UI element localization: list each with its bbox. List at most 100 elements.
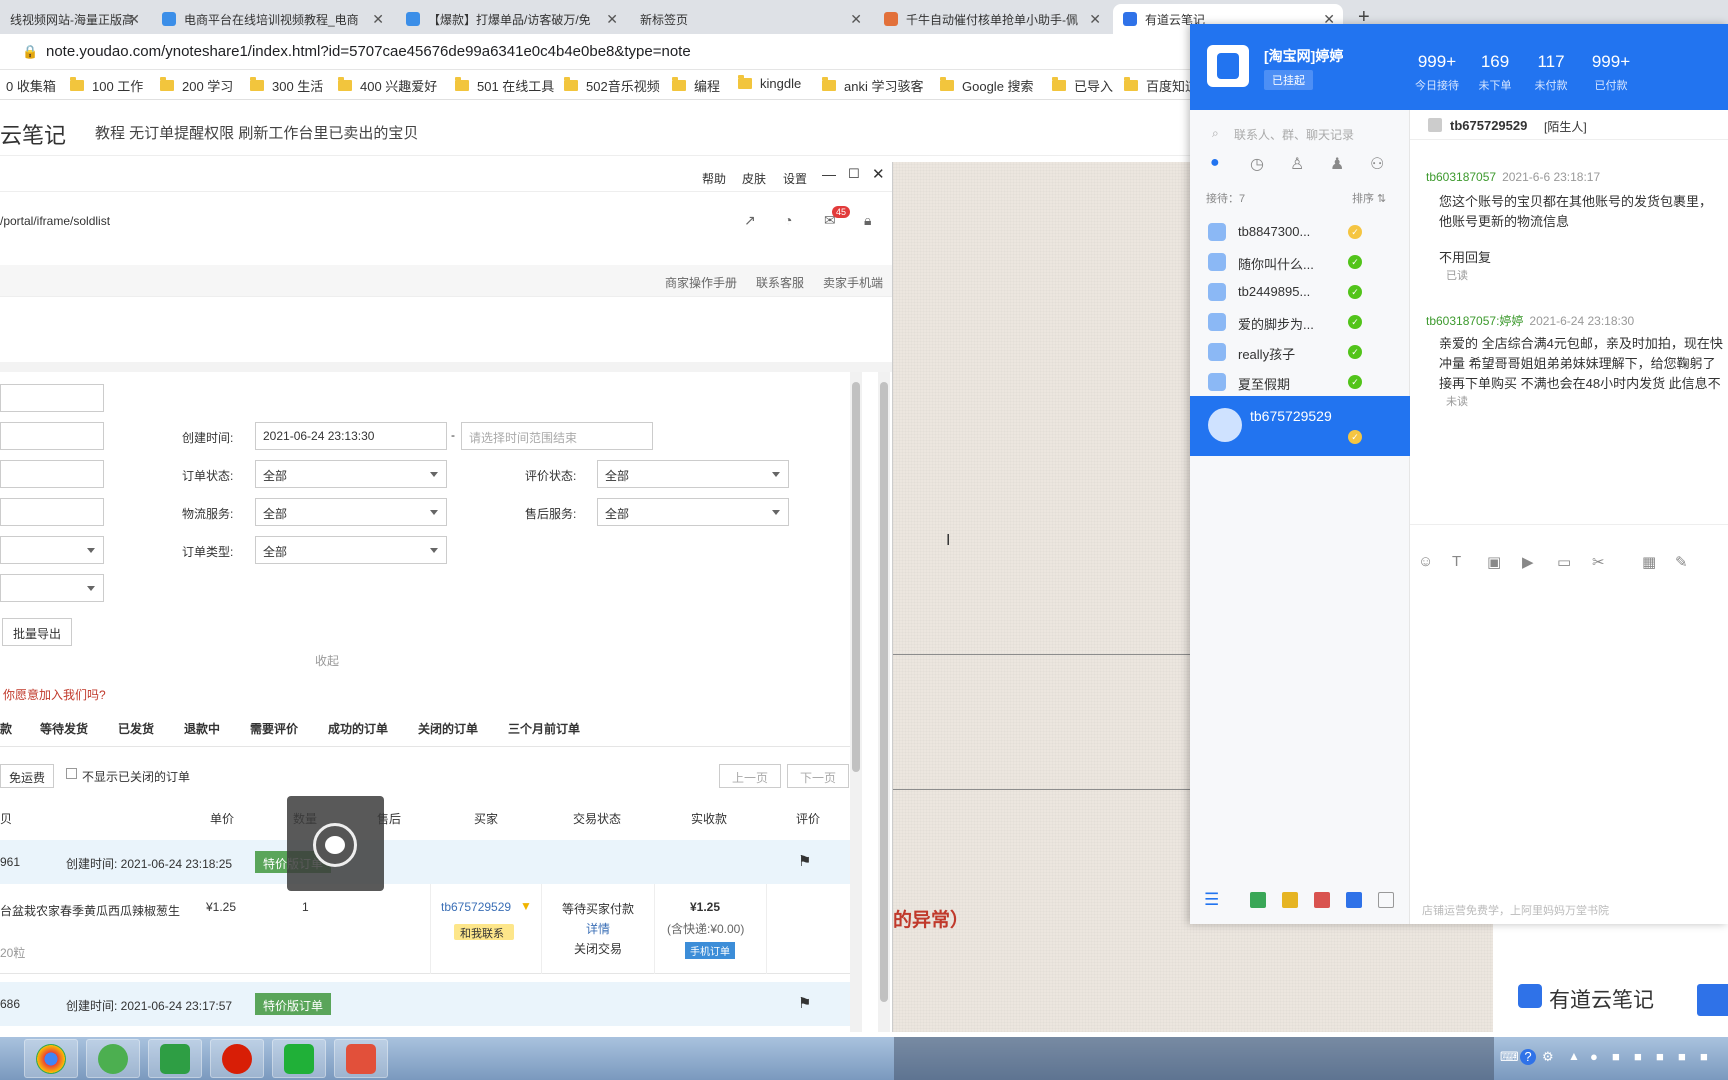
bookmark-item[interactable]: 0 收集箱 [6, 76, 56, 95]
contact-icon[interactable]: ♙ [1290, 154, 1304, 174]
folder-icon[interactable]: ▭ [1557, 553, 1571, 571]
bookmark-item[interactable]: kingdle [738, 75, 801, 91]
tab-success[interactable]: 成功的订单 [328, 720, 388, 737]
contact-item-active[interactable]: tb675729529 ✓ [1190, 396, 1410, 456]
tab-shipped[interactable]: 已发货 [118, 720, 154, 737]
help-icon[interactable]: ? [1520, 1049, 1536, 1065]
font-icon[interactable]: T [1452, 553, 1461, 570]
close-tab-icon[interactable]: ✕ [372, 11, 384, 28]
tab-awaiting-shipment[interactable]: 等待发货 [40, 720, 88, 737]
aftersale-select[interactable]: 全部 [597, 498, 789, 526]
tray-app-icon[interactable]: ■ [1634, 1049, 1642, 1064]
buyer-link[interactable]: tb675729529 [441, 900, 511, 914]
free-shipping-button[interactable]: 免运费 [0, 764, 55, 788]
tab-three-months-ago[interactable]: 三个月前订单 [508, 720, 580, 737]
contact-item[interactable]: 爱的脚步为... ✓ [1190, 306, 1410, 336]
scrollbar-thumb[interactable] [880, 382, 888, 1002]
app-taskbar-button[interactable] [210, 1039, 264, 1078]
video-icon[interactable]: ▶ [1522, 553, 1534, 571]
close-tab-icon[interactable]: ✕ [128, 11, 140, 28]
tab-refunding[interactable]: 退款中 [184, 720, 220, 737]
contact-item[interactable]: tb8847300... ✓ [1190, 216, 1410, 246]
browser-tab[interactable]: 【爆款】打爆单品/访客破万/免 ✕ [396, 4, 626, 34]
bookmark-item[interactable]: 300 生活 [250, 76, 323, 95]
flag-icon[interactable]: ⚑ [798, 994, 811, 1012]
close-tab-icon[interactable]: ✕ [850, 11, 862, 28]
filter-input[interactable] [0, 422, 104, 450]
bookmark-item[interactable]: 已导入 [1052, 76, 1113, 95]
close-trade-link[interactable]: 关闭交易 [574, 940, 622, 957]
collapse-link[interactable]: 收起 [315, 652, 339, 669]
help-link[interactable]: 帮助 [702, 170, 726, 187]
review-status-select[interactable]: 全部 [597, 460, 789, 488]
tray-app-icon[interactable]: ■ [1612, 1049, 1620, 1064]
scissors-icon[interactable]: ✂ [1592, 553, 1605, 571]
app-icon[interactable] [1346, 892, 1362, 908]
qq-icon[interactable]: ● [1590, 1049, 1598, 1064]
group-icon[interactable]: ♟ [1330, 154, 1344, 174]
app-taskbar-button[interactable] [334, 1039, 388, 1078]
layout-icon[interactable] [1378, 892, 1394, 908]
filter-select[interactable] [0, 574, 104, 602]
bookmark-item[interactable]: 502音乐视频 [564, 76, 660, 95]
tray-arrow-icon[interactable]: ▲ [1568, 1049, 1580, 1063]
filter-icon[interactable]: ▼ [520, 899, 532, 913]
menu-icon[interactable]: ☰ [1204, 890, 1219, 910]
filter-input[interactable] [0, 498, 104, 526]
close-icon[interactable]: ✕ [872, 165, 885, 183]
hide-closed-checkbox[interactable] [66, 768, 77, 779]
app-icon[interactable] [1314, 892, 1330, 908]
join-prompt[interactable]: 你愿意加入我们吗? [3, 686, 106, 703]
contact-item[interactable]: really孩子 ✓ [1190, 336, 1410, 366]
browser-tab[interactable]: 新标签页 ✕ [630, 4, 870, 34]
app-taskbar-button[interactable] [148, 1039, 202, 1078]
contact-me-button[interactable]: 和我联系 [454, 924, 514, 940]
bookmark-item[interactable]: 100 工作 [70, 76, 143, 95]
contact-item[interactable]: 夏至假期 ✓ [1190, 366, 1410, 396]
contact-service-link[interactable]: 联系客服 [756, 274, 804, 291]
bookmark-item[interactable]: 200 学习 [160, 76, 233, 95]
list-scrollbar[interactable] [850, 372, 862, 1032]
bookmark-item[interactable]: 编程 [672, 76, 720, 95]
filter-input[interactable] [0, 460, 104, 488]
tray-app-icon[interactable]: ■ [1656, 1049, 1664, 1064]
contact-item[interactable]: tb2449895... ✓ [1190, 276, 1410, 306]
url-field[interactable]: note.youdao.com/ynoteshare1/index.html?i… [46, 43, 691, 60]
chat-icon[interactable]: ● [1210, 154, 1220, 172]
keyboard-icon[interactable]: ⌨ [1500, 1049, 1519, 1065]
settings-icon[interactable]: ⚙ [1542, 1049, 1554, 1065]
detail-link[interactable]: 详情 [586, 920, 610, 937]
seller-mobile-link[interactable]: 卖家手机端 [823, 274, 883, 291]
minimize-icon[interactable]: — [822, 166, 836, 182]
tray-app-icon[interactable]: ■ [1700, 1049, 1708, 1064]
app-taskbar-button[interactable] [86, 1039, 140, 1078]
edit-icon[interactable]: ✎ [1675, 553, 1688, 571]
org-icon[interactable]: ⚇ [1370, 154, 1384, 174]
bookmark-item[interactable]: 百度知道 [1124, 76, 1198, 95]
footer-promo[interactable]: 店铺运营免费学，上阿里妈妈万堂书院 [1422, 902, 1609, 918]
contact-item[interactable]: 随你叫什么... ✓ [1190, 246, 1410, 276]
item-title[interactable]: 台盆栽农家春季黄瓜西瓜辣椒葱生 [0, 902, 180, 919]
bookmark-item[interactable]: 400 兴趣爱好 [338, 76, 437, 95]
order-type-select[interactable]: 全部 [255, 536, 447, 564]
screen-record-widget[interactable] [287, 796, 384, 891]
logistics-select[interactable]: 全部 [255, 498, 447, 526]
bookmark-item[interactable]: anki 学习骇客 [822, 76, 923, 95]
window-scrollbar[interactable] [878, 372, 890, 1032]
app-icon[interactable] [1282, 892, 1298, 908]
bookmark-item[interactable]: 501 在线工具 [455, 76, 554, 95]
open-button[interactable] [1697, 984, 1728, 1016]
maximize-icon[interactable]: ☐ [848, 166, 860, 182]
browser-tab[interactable]: 千牛自动催付核单抢单小助手-佩 ✕ [874, 4, 1109, 34]
shop-avatar[interactable] [1207, 45, 1249, 87]
merchant-manual-link[interactable]: 商家操作手册 [665, 274, 737, 291]
tab-need-review[interactable]: 需要评价 [250, 720, 298, 737]
status-dropdown[interactable]: 已挂起 [1264, 70, 1313, 90]
browser-tab[interactable]: 电商平台在线培训视频教程_电商 ✕ [152, 4, 392, 34]
create-time-start-input[interactable]: 2021-06-24 23:13:30 [255, 422, 447, 450]
app-icon[interactable] [1250, 892, 1266, 908]
youdao-logo[interactable]: 云笔记 [0, 118, 66, 150]
tab-closed[interactable]: 关闭的订单 [418, 720, 478, 737]
app-taskbar-button[interactable] [272, 1039, 326, 1078]
lock-icon[interactable]: 🔒︎ [864, 212, 871, 229]
